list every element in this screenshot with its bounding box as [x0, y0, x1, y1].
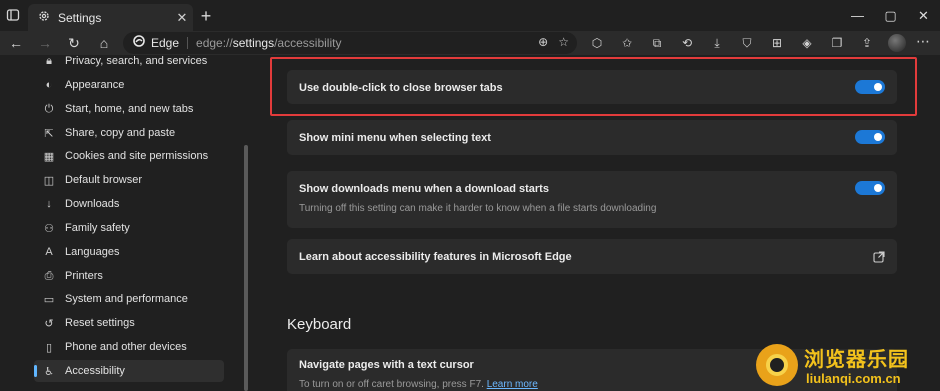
- setting-title: Show mini menu when selecting text: [299, 132, 491, 144]
- lock-icon: 🔒︎: [46, 54, 52, 67]
- family-icon: ⚇: [44, 222, 54, 235]
- collections-icon[interactable]: ⧉: [642, 34, 672, 52]
- setting-title: Show downloads menu when a download star…: [299, 183, 549, 195]
- tab-title: Settings: [58, 10, 102, 25]
- setting-title: Navigate pages with a text cursor: [299, 359, 474, 371]
- add-favorite-icon[interactable]: ☆: [558, 35, 569, 49]
- share-page-icon[interactable]: ⇪: [852, 34, 882, 52]
- setting-downloads-menu: Show downloads menu when a download star…: [287, 171, 897, 228]
- browser-icon: ◫: [43, 174, 55, 187]
- setting-description: To turn on or off caret browsing, press …: [299, 379, 538, 390]
- sidebar-item-phone[interactable]: ▯ Phone and other devices: [34, 336, 224, 358]
- watermark-logo-icon: [756, 344, 798, 386]
- sidebar-item-share-copy[interactable]: ⇱ Share, copy and paste: [34, 122, 224, 144]
- back-icon[interactable]: ←: [5, 33, 27, 53]
- setting-mini-menu: Show mini menu when selecting text: [287, 120, 897, 155]
- address-site-label: Edge: [151, 36, 180, 50]
- profile-avatar[interactable]: [888, 34, 906, 52]
- share-icon: ⇱: [44, 127, 54, 140]
- learn-more-link[interactable]: Learn more: [487, 379, 538, 390]
- sidebar-item-system[interactable]: ▭ System and performance: [34, 288, 224, 310]
- tab-settings[interactable]: Settings ✕: [28, 4, 193, 31]
- watermark-chinese-text: 浏览器乐园: [804, 349, 909, 371]
- settings-gear-icon: [38, 9, 50, 27]
- accessibility-icon: ♿︎: [44, 365, 54, 378]
- setting-description: Turning off this setting can make it har…: [299, 203, 657, 214]
- palette-icon: ◐: [45, 79, 53, 91]
- apps-icon[interactable]: ⊞: [762, 34, 792, 52]
- mini-menu-toggle[interactable]: [855, 130, 885, 144]
- downloads-menu-toggle[interactable]: [855, 181, 885, 195]
- downloads-icon[interactable]: ⤓: [702, 34, 732, 52]
- external-link-icon[interactable]: [873, 250, 885, 263]
- history-icon[interactable]: ⟲: [672, 34, 702, 52]
- watermark-url-text: liulanqi.com.cn: [806, 371, 901, 386]
- sidebar-scrollbar[interactable]: [244, 145, 248, 391]
- keyboard-section-title: Keyboard: [287, 316, 352, 333]
- address-url[interactable]: edge://settings/accessibility: [196, 36, 341, 50]
- maximize-icon[interactable]: ▢: [874, 0, 907, 31]
- sidebar-item-default-browser[interactable]: ◫ Default browser: [34, 169, 224, 191]
- power-icon: ⏻: [44, 102, 54, 115]
- sidebar-item-accessibility[interactable]: ♿︎ Accessibility: [34, 360, 224, 382]
- download-icon: ↓: [46, 198, 52, 210]
- security-icon[interactable]: ⛉: [732, 34, 762, 52]
- more-icon[interactable]: ⋯: [916, 33, 930, 50]
- tab-close-icon[interactable]: ✕: [171, 10, 193, 26]
- zoom-icon[interactable]: ⊕: [538, 35, 548, 49]
- settings-sidebar: 🔒︎ Privacy, search, and services ◐ Appeara…: [0, 55, 250, 391]
- sidebar-item-languages[interactable]: A Languages: [34, 241, 224, 263]
- sidebar-item-downloads[interactable]: ↓ Downloads: [34, 193, 224, 215]
- workspaces-icon[interactable]: ❐: [822, 34, 852, 52]
- setting-learn-accessibility[interactable]: Learn about accessibility features in Mi…: [287, 239, 897, 274]
- sidebar-item-cookies[interactable]: ▦ Cookies and site permissions: [34, 145, 224, 167]
- watermark: 浏览器乐园 liulanqi.com.cn: [756, 341, 934, 391]
- title-bar: Settings ✕ + — ▢ ✕: [0, 0, 940, 31]
- sidebar-item-start-home[interactable]: ⏻ Start, home, and new tabs: [34, 98, 224, 120]
- close-window-icon[interactable]: ✕: [907, 0, 940, 31]
- language-icon: A: [45, 246, 53, 258]
- tab-actions-icon[interactable]: [6, 8, 20, 22]
- laptop-icon: ▭: [43, 293, 55, 306]
- sidebar-item-reset[interactable]: ↺ Reset settings: [34, 312, 224, 334]
- extensions-icon[interactable]: ⬡: [582, 34, 612, 52]
- minimize-icon[interactable]: —: [841, 0, 874, 31]
- sidebar-item-appearance[interactable]: ◐ Appearance: [34, 74, 224, 96]
- address-separator: [187, 37, 189, 49]
- browser-essentials-icon[interactable]: ◈: [792, 34, 822, 52]
- favorites-icon[interactable]: ✩: [612, 34, 642, 52]
- new-tab-button[interactable]: +: [196, 6, 216, 26]
- printer-icon: ⎙: [44, 269, 54, 282]
- reset-icon: ↺: [44, 317, 54, 330]
- phone-icon: ▯: [45, 341, 53, 354]
- cookies-icon: ▦: [43, 150, 55, 163]
- sidebar-item-family-safety[interactable]: ⚇ Family safety: [34, 217, 224, 239]
- sidebar-item-printers[interactable]: ⎙ Printers: [34, 265, 224, 287]
- setting-title: Learn about accessibility features in Mi…: [299, 251, 572, 263]
- sidebar-item-privacy[interactable]: 🔒︎ Privacy, search, and services: [34, 50, 224, 72]
- highlight-box: [270, 57, 917, 116]
